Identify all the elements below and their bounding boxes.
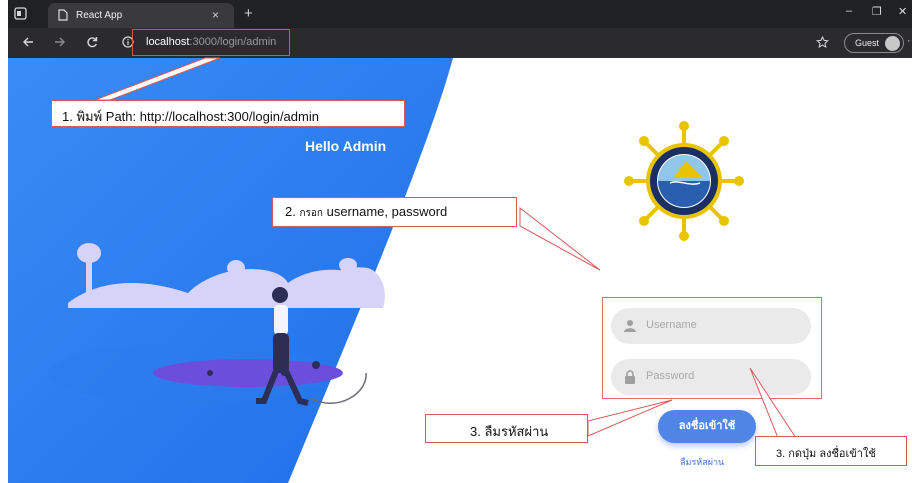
username-placeholder: Username (646, 319, 697, 331)
greeting-text: Hello Admin (305, 138, 387, 154)
login-button[interactable]: ลงชื่อเข้าใช้ (658, 410, 756, 443)
annotation-step1-text: 1. พิมพ์ Path: http://localhost:300/logi… (62, 109, 319, 124)
password-field[interactable]: Password (611, 359, 811, 395)
annotation-step3-login: 3. กดปุ่ม ลงชื่อเข้าใช้ (755, 436, 907, 466)
tab-close-icon[interactable]: × (212, 8, 219, 22)
guest-profile-button[interactable]: Guest (844, 33, 904, 53)
annotation-step2-text: username, password (326, 204, 448, 219)
restore-icon[interactable]: ❐ (872, 5, 882, 18)
minimize-icon[interactable]: – (846, 5, 852, 17)
close-window-icon[interactable]: ✕ (898, 5, 907, 18)
favorites-star-icon[interactable] (816, 35, 829, 51)
url-highlight-box (132, 29, 290, 56)
back-icon[interactable] (22, 36, 34, 50)
profile-avatar-icon (885, 36, 900, 51)
annotation-step2: 2. กรอก username, password (272, 197, 517, 227)
browser-tab-bar: React App × + – ❐ ✕ (8, 0, 912, 28)
login-form: Username Password (602, 297, 822, 399)
emblem-logo (624, 121, 744, 241)
browser-menu-icon[interactable] (14, 7, 27, 22)
annotation-step3-forgot: 3. ลืมรหัสผ่าน (425, 414, 588, 443)
refresh-icon[interactable] (86, 36, 98, 50)
password-placeholder: Password (646, 370, 695, 382)
page-icon (58, 9, 68, 23)
annotation-step2-num: 2. (285, 204, 296, 219)
user-icon (624, 320, 636, 332)
username-field[interactable]: Username (611, 308, 811, 344)
tab-title: React App (76, 10, 123, 21)
forgot-password-link[interactable]: ลืมรหัสผ่าน (680, 455, 724, 469)
surfer-illustration (48, 243, 385, 406)
annotation-step1: 1. พิมพ์ Path: http://localhost:300/logi… (51, 100, 405, 127)
new-tab-icon[interactable]: + (244, 5, 253, 22)
more-options-icon[interactable]: ··· (907, 36, 912, 47)
annotation-step3-forgot-text: 3. ลืมรหัสผ่าน (470, 424, 549, 439)
tab-react-app[interactable]: React App × (48, 3, 234, 28)
lock-icon (625, 370, 635, 384)
guest-label: Guest (855, 38, 880, 48)
forward-icon[interactable] (54, 36, 66, 50)
screenshot: React App × + – ❐ ✕ localhost:3000/login… (0, 0, 912, 483)
annotation-step2-small: กรอก (299, 208, 323, 219)
annotation-step3-login-text: 3. กดปุ่ม ลงชื่อเข้าใช้ (776, 448, 876, 460)
